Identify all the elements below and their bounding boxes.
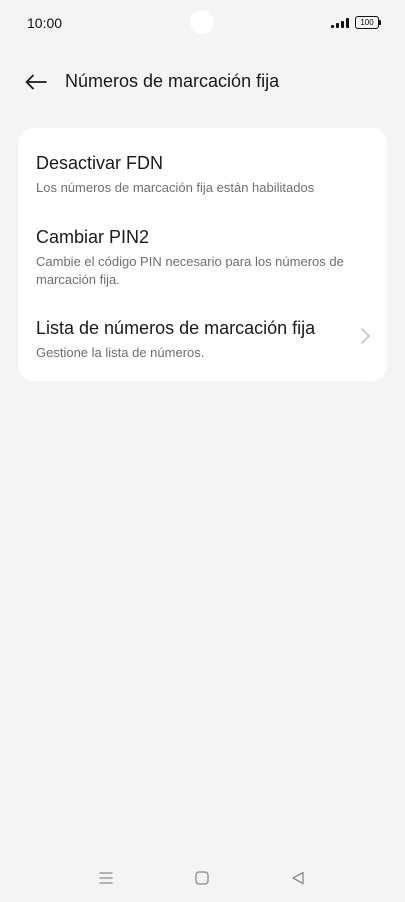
- menu-icon: [99, 872, 113, 884]
- settings-item-subtitle: Los números de marcación fija están habi…: [36, 180, 315, 195]
- settings-item-fdn-list[interactable]: Lista de números de marcación fija Gesti…: [36, 317, 366, 362]
- settings-item-title: Desactivar FDN: [36, 153, 164, 173]
- settings-item-disable-fdn[interactable]: Desactivar FDN Los números de marcación …: [36, 152, 366, 197]
- status-time: 10:00: [27, 15, 63, 31]
- settings-item-change-pin2[interactable]: Cambiar PIN2 Cambie el código PIN necesa…: [36, 226, 366, 289]
- settings-card: Desactivar FDN Los números de marcación …: [18, 128, 387, 381]
- triangle-back-icon: [292, 871, 304, 885]
- settings-item-subtitle: Gestione la lista de números.: [36, 345, 205, 360]
- nav-home-button[interactable]: [190, 866, 214, 890]
- settings-item-title: Lista de números de marcación fija: [36, 318, 316, 338]
- nav-back-button[interactable]: [286, 866, 310, 890]
- status-icons: 100: [331, 16, 381, 29]
- home-square-icon: [195, 871, 209, 885]
- signal-icon: [331, 17, 349, 28]
- settings-item-subtitle: Cambie el código PIN necesario para los …: [36, 254, 344, 287]
- back-button[interactable]: [20, 68, 52, 96]
- camera-cutout: [190, 10, 214, 34]
- chevron-right-icon: [361, 328, 370, 344]
- arrow-left-icon: [25, 74, 47, 90]
- settings-item-title: Cambiar PIN2: [36, 227, 150, 247]
- page-title: Números de marcación fija: [65, 71, 280, 91]
- app-bar: Números de marcación fija: [0, 58, 405, 106]
- battery-icon: 100: [355, 16, 381, 29]
- navigation-bar: [0, 860, 405, 896]
- nav-menu-button[interactable]: [94, 866, 118, 890]
- status-bar: 10:00 100: [0, 0, 405, 48]
